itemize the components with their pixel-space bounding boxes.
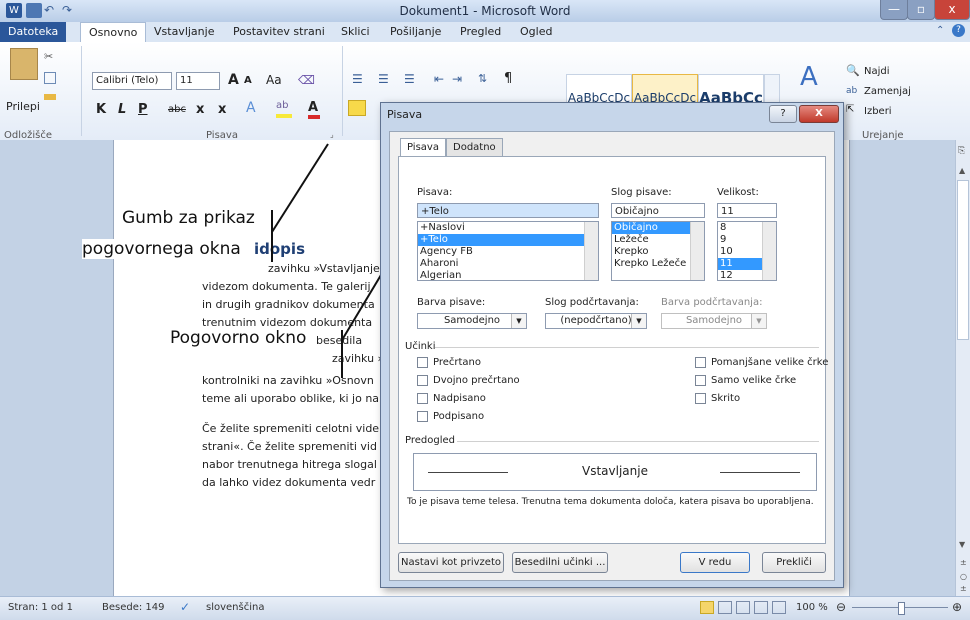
dialog-body: Pisava Dodatno Pisava: +Telo +Naslovi +T… <box>389 131 835 581</box>
dialog-title-bar[interactable]: Pisava ? X <box>381 103 843 125</box>
font-option[interactable]: Algerian <box>418 270 598 280</box>
size-input[interactable]: 11 <box>717 203 777 218</box>
ok-button[interactable]: V redu <box>680 552 750 573</box>
subscript-label: Podpisano <box>433 411 485 422</box>
full-screen-icon[interactable] <box>718 601 732 614</box>
cancel-button[interactable]: Prekliči <box>762 552 826 573</box>
double-strikethrough-label: Dvojno prečrtano <box>433 375 520 386</box>
font-option[interactable]: +Naslovi <box>418 222 598 234</box>
dialog-title: Pisava <box>387 108 423 121</box>
small-caps-label: Pomanjšane velike črke <box>711 357 829 368</box>
strikethrough-checkbox[interactable] <box>417 357 428 368</box>
all-caps-label: Samo velike črke <box>711 375 797 386</box>
text-effects-button[interactable]: Besedilni učinki ... <box>512 552 608 573</box>
style-input[interactable]: Običajno <box>611 203 705 218</box>
font-color-label: Barva pisave: <box>417 297 486 308</box>
underline-style-value: (nepodčrtano) <box>560 315 632 326</box>
status-bar: Stran: 1 od 1 Besede: 149 ✓ slovenščina … <box>0 596 970 620</box>
preview-note: To je pisava teme telesa. Trenutna tema … <box>407 497 814 507</box>
proofing-icon[interactable]: ✓ <box>180 600 190 614</box>
pointer-to-dialog <box>341 269 385 341</box>
small-caps-checkbox[interactable] <box>695 357 706 368</box>
underline-style-select[interactable]: (nepodčrtano) ▼ <box>545 313 647 329</box>
chevron-down-icon: ▼ <box>751 314 766 328</box>
font-label: Pisava: <box>417 187 453 198</box>
effects-separator <box>435 347 819 348</box>
pointer-to-launcher <box>271 143 329 233</box>
zoom-slider-thumb[interactable] <box>898 602 905 615</box>
superscript-label: Nadpisano <box>433 393 486 404</box>
double-strikethrough-checkbox[interactable] <box>417 375 428 386</box>
font-option[interactable]: Aharoni <box>418 258 598 270</box>
all-caps-checkbox[interactable] <box>695 375 706 386</box>
chevron-down-icon[interactable]: ▼ <box>631 314 646 328</box>
web-layout-icon[interactable] <box>736 601 750 614</box>
style-list[interactable]: Običajno Ležeče Krepko Krepko Ležeče <box>611 221 705 281</box>
underline-style-label: Slog podčrtavanja: <box>545 297 639 308</box>
preview-box: Vstavljanje <box>413 453 817 491</box>
underline-color-value: Samodejno <box>685 315 743 326</box>
effects-label: Učinki <box>405 341 436 352</box>
tab-font[interactable]: Pisava <box>400 138 446 158</box>
set-default-button[interactable]: Nastavi kot privzeto <box>398 552 504 573</box>
font-option[interactable]: Agency FB <box>418 246 598 258</box>
preview-baseline-right <box>720 472 800 473</box>
font-color-value: Samodejno <box>443 315 501 326</box>
zoom-out-icon[interactable]: ⊖ <box>836 600 846 614</box>
tab-advanced[interactable]: Dodatno <box>446 138 503 157</box>
word-count[interactable]: Besede: 149 <box>102 602 165 613</box>
font-color-select[interactable]: Samodejno ▼ <box>417 313 527 329</box>
font-tab-panel: Pisava: +Telo +Naslovi +Telo Agency FB A… <box>398 156 829 544</box>
style-label: Slog pisave: <box>611 187 672 198</box>
font-dialog: Pisava ? X Pisava Dodatno Pisava: +Telo … <box>380 102 844 588</box>
zoom-in-icon[interactable]: ⊕ <box>952 600 962 614</box>
preview-separator <box>457 441 819 442</box>
subscript-checkbox[interactable] <box>417 411 428 422</box>
hidden-checkbox[interactable] <box>695 393 706 404</box>
font-list-scrollbar[interactable] <box>584 222 598 280</box>
hidden-label: Skrito <box>711 393 741 404</box>
draft-icon[interactable] <box>772 601 786 614</box>
dialog-close-button[interactable]: X <box>799 105 839 123</box>
page-count[interactable]: Stran: 1 od 1 <box>8 602 73 613</box>
style-list-scrollbar[interactable] <box>690 222 704 280</box>
preview-text: Vstavljanje <box>582 464 648 478</box>
strikethrough-label: Prečrtano <box>433 357 482 368</box>
superscript-checkbox[interactable] <box>417 393 428 404</box>
font-option-selected[interactable]: +Telo <box>418 234 598 246</box>
underline-color-label: Barva podčrtavanja: <box>661 297 763 308</box>
underline-color-select: Samodejno ▼ <box>661 313 767 329</box>
preview-label: Predogled <box>405 435 455 446</box>
font-input[interactable]: +Telo <box>417 203 599 218</box>
print-layout-icon[interactable] <box>700 601 714 614</box>
size-label: Velikost: <box>717 187 759 198</box>
outline-icon[interactable] <box>754 601 768 614</box>
font-list[interactable]: +Naslovi +Telo Agency FB Aharoni Algeria… <box>417 221 599 281</box>
language[interactable]: slovenščina <box>206 602 264 613</box>
dialog-help-button[interactable]: ? <box>769 105 797 123</box>
chevron-down-icon[interactable]: ▼ <box>511 314 526 328</box>
size-list[interactable]: 8 9 10 11 12 <box>717 221 777 281</box>
size-list-scrollbar[interactable] <box>762 222 776 280</box>
zoom-level[interactable]: 100 % <box>796 602 828 613</box>
